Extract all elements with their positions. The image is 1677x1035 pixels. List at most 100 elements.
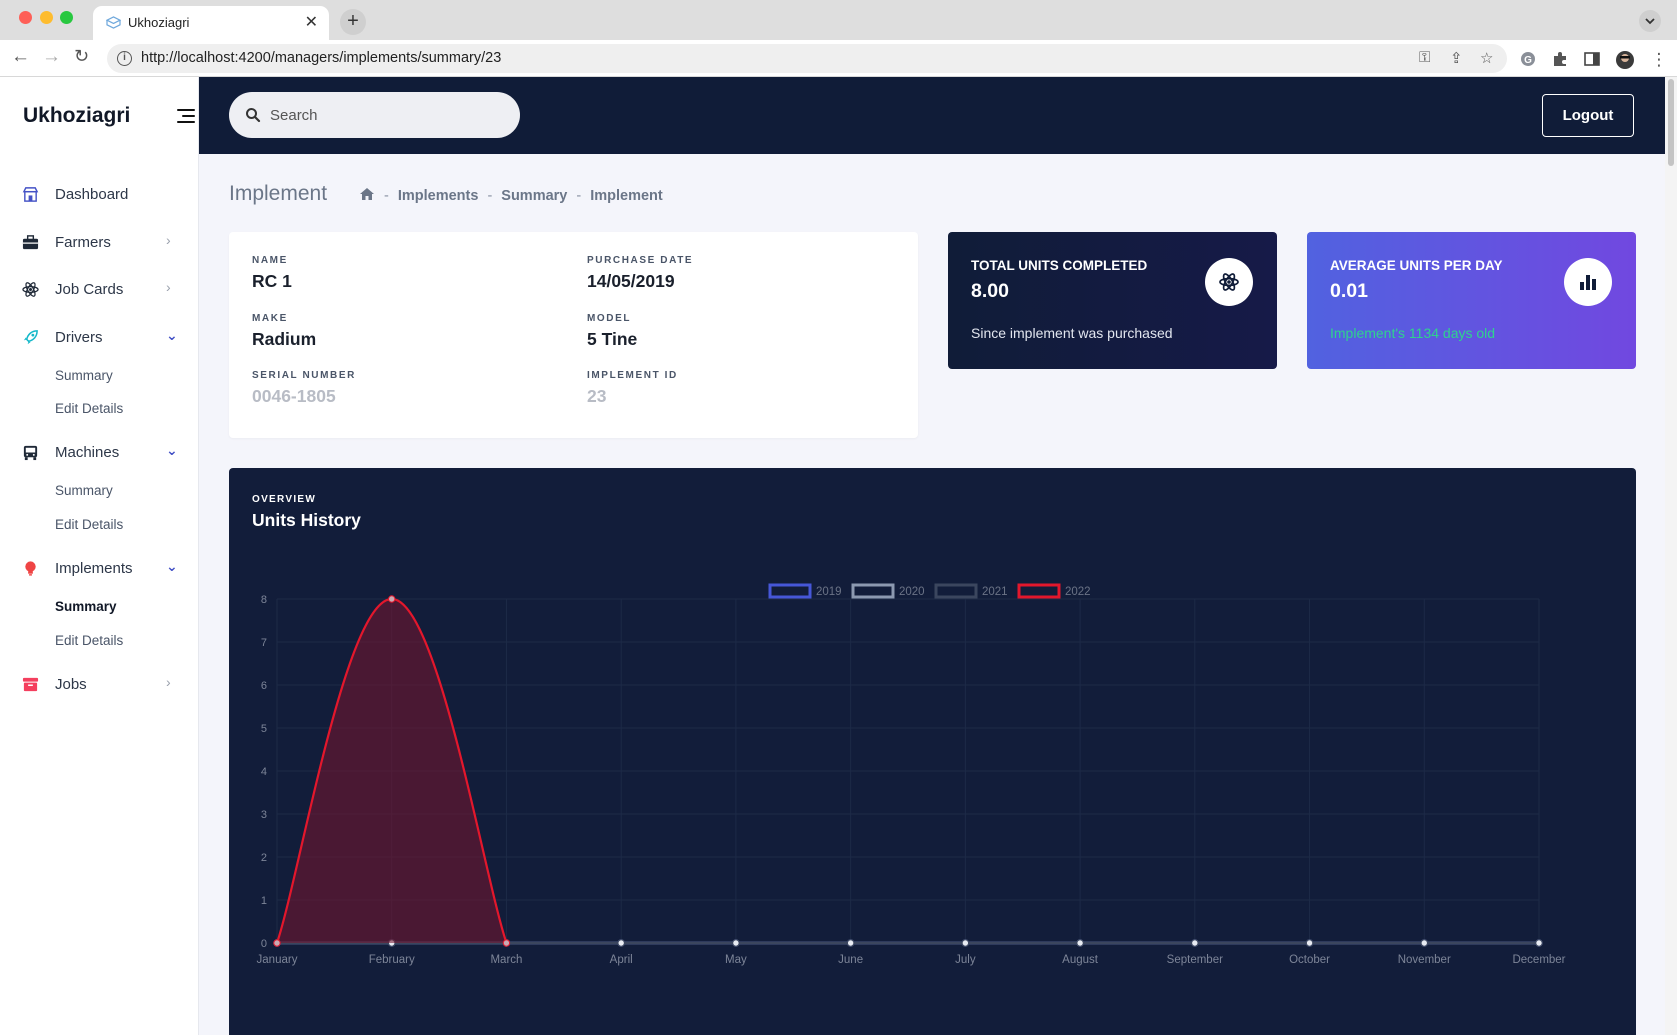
bulb-icon [25,561,36,576]
kebab-menu-icon[interactable]: ⋮ [1650,50,1668,69]
sidebar-item-label: Job Cards [55,281,124,298]
chevron-down-icon [1645,18,1655,25]
store-icon [22,187,39,202]
bar-chart-icon [1580,275,1596,290]
menu-toggle-icon[interactable] [175,108,195,124]
browser-toolbar: ← → ↻ i http://localhost:4200/managers/i… [0,40,1677,77]
breadcrumb-implements[interactable]: Implements [398,188,479,204]
page-title: Implement [229,182,328,205]
rocket-icon [23,330,38,345]
data-point-2022 [273,939,281,947]
stat-icon-circle [1205,258,1253,306]
sidebar-subitem-machines-edit-details[interactable]: Edit Details [55,517,123,532]
data-point-2022 [502,939,511,947]
sidebar-item-label: Implements [55,560,133,577]
x-tick-label: December [1512,954,1565,966]
maximize-window-button[interactable] [60,11,73,24]
sidebar-item-label: Dashboard [55,186,129,203]
field-value: 0046-1805 [252,386,336,406]
forward-button[interactable]: → [42,46,61,68]
sidebar-item-label: Farmers [55,234,111,251]
legend-label: 2020 [899,586,925,598]
cube-icon [106,16,121,29]
atom-icon [22,282,39,297]
stat-note: Implement's 1134 days old [1330,325,1496,341]
info-icon[interactable]: i [117,51,132,66]
field-label: MAKE [252,313,288,324]
stat-value: 8.00 [971,280,1009,302]
legend-label: 2021 [982,586,1008,598]
y-tick-label: 4 [261,766,267,778]
y-tick-label: 2 [261,852,267,864]
chevron-right-icon: › [166,279,171,295]
chevron-right-icon: › [166,674,171,690]
new-tab-button[interactable]: + [340,9,366,35]
main-content: Implement - Implements - Summary - Implement … [199,154,1665,1035]
share-icon[interactable]: ⇪ [1450,49,1463,67]
profile-avatar-icon[interactable] [1615,50,1634,69]
field-value: RC 1 [252,271,292,291]
y-tick-label: 1 [261,895,267,907]
sidebar-item-dashboard[interactable]: Dashboard [22,183,182,207]
x-tick-label: January [257,954,298,966]
units-history-card: OVERVIEW Units History 0 1 2 3 4 5 6 7 8 January F… [229,468,1636,1035]
minimize-window-button[interactable] [40,11,53,24]
extension-g-icon[interactable]: G [1519,50,1537,68]
close-window-button[interactable] [19,11,32,24]
sidebar-subitem-drivers-edit-details[interactable]: Edit Details [55,401,123,416]
data-point-2021 [1305,939,1314,947]
chevron-down-icon: ⌄ [166,558,178,574]
sidebar-subitem-implements-edit-details[interactable]: Edit Details [55,633,123,648]
legend-swatch [934,583,978,599]
scrollbar-thumb[interactable] [1668,79,1674,166]
total-units-card: TOTAL UNITS COMPLETED 8.00 Since impleme… [948,232,1277,369]
back-button[interactable]: ← [11,46,30,68]
close-icon[interactable]: ✕ [305,12,318,32]
sidebar-subitem-drivers-summary[interactable]: Summary [55,368,113,383]
puzzle-icon[interactable] [1551,50,1569,68]
sidebar-item-farmers[interactable]: Farmers › [22,231,182,255]
browser-tab[interactable]: Ukhoziagri ✕ [93,6,329,40]
sidebar-item-job-cards[interactable]: Job Cards › [22,278,182,302]
x-tick-label: March [490,954,522,966]
browser-tab-bar: Ukhoziagri ✕ + [0,0,1677,40]
url-text[interactable]: http://localhost:4200/managers/implement… [141,50,501,66]
search-input[interactable] [270,104,500,126]
star-icon[interactable]: ☆ [1480,49,1493,67]
legend-swatch [1017,583,1061,599]
sidebar-item-implements[interactable]: Implements ⌄ [22,557,182,581]
key-icon[interactable]: ⚿ [1419,49,1430,66]
tab-title: Ukhoziagri [128,15,190,30]
sidebar-item-label: Machines [55,444,120,461]
tab-search-button[interactable] [1639,10,1661,32]
sidebar-item-machines[interactable]: Machines ⌄ [22,441,182,465]
breadcrumb-implement: Implement [590,188,663,204]
brand-logo[interactable]: Ukhoziagri [23,104,130,128]
y-tick-label: 8 [261,594,267,606]
chevron-right-icon: › [166,232,171,248]
sidebar-item-drivers[interactable]: Drivers ⌄ [22,326,182,350]
breadcrumb-summary[interactable]: Summary [501,188,567,204]
legend-swatch [768,583,812,599]
svg-text:G: G [1524,55,1532,66]
stat-label: AVERAGE UNITS PER DAY [1330,258,1503,273]
sidepanel-icon[interactable] [1583,50,1601,68]
home-icon[interactable] [359,187,375,201]
y-tick-label: 5 [261,723,267,735]
legend-label: 2019 [816,586,842,598]
y-tick-label: 6 [261,680,267,692]
search-box[interactable] [229,92,520,138]
logout-button[interactable]: Logout [1542,94,1634,137]
address-bar[interactable]: i http://localhost:4200/managers/impleme… [107,44,1507,73]
sidebar-subitem-machines-summary[interactable]: Summary [55,483,113,498]
page-scrollbar[interactable] [1665,77,1677,1035]
field-value: 14/05/2019 [587,271,675,291]
sidebar-item-jobs[interactable]: Jobs › [22,673,182,697]
sidebar-subitem-implements-summary[interactable]: Summary [55,599,117,614]
reload-button[interactable]: ↻ [74,46,89,67]
units-history-chart: 0 1 2 3 4 5 6 7 8 January February March April May Jun… [257,583,1566,966]
top-navbar: Logout [199,77,1665,154]
x-tick-label: July [955,954,976,966]
sidebar-item-label: Jobs [55,676,87,693]
atom-icon [1219,273,1239,291]
